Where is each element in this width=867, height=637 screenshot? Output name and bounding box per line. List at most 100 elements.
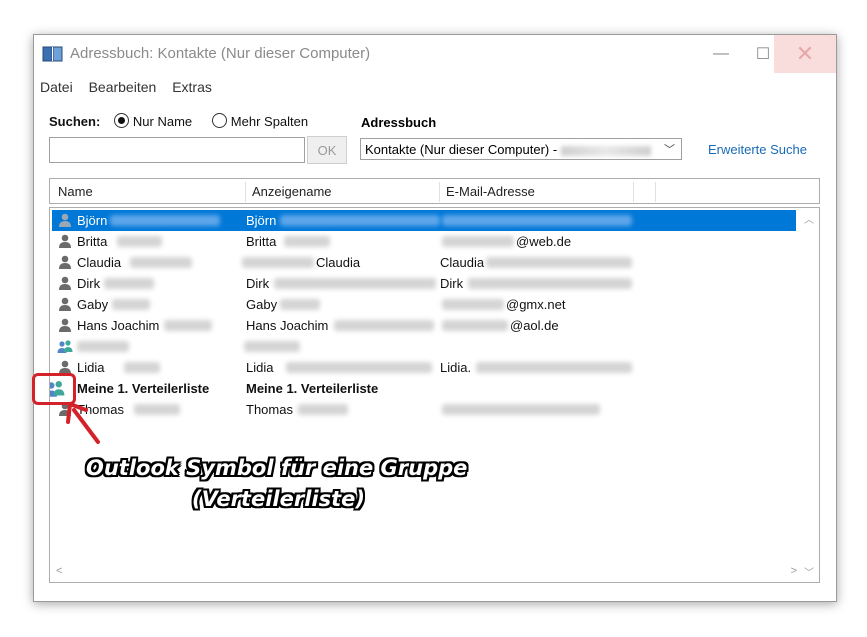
search-options: Suchen: Nur Name Mehr Spalten [49,113,308,129]
table-row[interactable]: Lidia Lidia Lidia. [52,357,796,378]
blurred-text [280,299,320,310]
blurred-text [442,404,600,415]
radio-more-columns-label[interactable]: Mehr Spalten [231,114,308,129]
contact-list[interactable]: Björn Björn Britta Britta @web.de Claudi… [49,207,820,583]
search-input[interactable] [49,137,305,163]
blurred-text [117,236,162,247]
column-divider[interactable] [655,182,656,202]
window-title: Adressbuch: Kontakte (Nur dieser Compute… [70,45,371,62]
cell-display-name: Gaby [246,297,278,312]
blurred-text [130,257,192,268]
column-divider[interactable] [633,182,634,202]
blurred-text [442,215,632,226]
person-icon [59,276,71,290]
table-row[interactable]: Claudia Claudia Claudia [52,252,796,273]
cell-display-name: Dirk [246,276,270,291]
cell-email: Dirk [440,276,464,291]
blurred-text [134,404,180,415]
radio-more-columns[interactable] [211,113,227,128]
person-icon [59,234,71,248]
menu-item-bearbeiten[interactable]: Bearbeiten [89,79,157,95]
blurred-text [286,362,432,373]
addressbook-select[interactable]: Kontakte (Nur dieser Computer) - ﹀ [360,138,682,160]
annotation-line-2: (Verteilerliste) [192,487,365,511]
scroll-down-icon[interactable]: ﹀ [804,564,814,579]
minimize-button[interactable]: — [698,35,744,73]
blurred-text [561,145,652,156]
blurred-text [274,278,436,289]
blurred-text [298,404,348,415]
arrow-icon [66,402,100,444]
cell-name: Lidia [77,360,105,375]
cell-name: Hans Joachim [77,318,160,333]
table-row[interactable]: Britta Britta @web.de [52,231,796,252]
blurred-text [77,341,129,352]
column-header-name[interactable]: Name [58,184,93,199]
table-row[interactable]: Hans Joachim Hans Joachim @aol.de [52,315,796,336]
scroll-right-icon[interactable]: > [791,565,797,577]
blurred-text [468,278,632,289]
cell-display-name: Hans Joachim [246,318,329,333]
horizontal-scrollbar[interactable]: < > [50,562,799,582]
cell-display-name: Björn [246,213,277,228]
person-icon [59,318,71,332]
cell-email: @gmx.net [506,297,566,312]
column-header-email[interactable]: E-Mail-Adresse [446,184,535,199]
close-button[interactable]: ✕ [774,35,836,73]
blurred-text [244,341,300,352]
cell-email: @aol.de [510,318,559,333]
blurred-text [280,215,440,226]
blurred-text [104,278,154,289]
radio-name-only-label[interactable]: Nur Name [133,114,192,129]
cell-display-name: Meine 1. Verteilerliste [246,381,379,396]
menu-item-datei[interactable]: Datei [40,79,73,95]
annotation-line-1: Outlook Symbol für eine Gruppe [86,456,468,480]
blurred-text [486,257,632,268]
menu-bar: Datei Bearbeiten Extras [40,79,224,95]
menu-item-extras[interactable]: Extras [172,79,212,95]
blurred-text [442,236,514,247]
cell-email: @web.de [516,234,572,249]
vertical-scrollbar[interactable]: ︿ ﹀ [799,208,819,582]
column-divider[interactable] [245,182,246,202]
advanced-search-link[interactable]: Erweiterte Suche [708,142,807,157]
table-row[interactable]: Thomas Thomas [52,399,796,420]
scroll-up-icon[interactable]: ︿ [804,211,814,226]
blurred-text [442,320,508,331]
chevron-down-icon: ﹀ [664,144,675,156]
blurred-text [112,299,150,310]
cell-email: Claudia [440,255,485,270]
cell-name: Meine 1. Verteilerliste [77,381,210,396]
cell-display-name: Thomas [246,402,293,417]
table-row[interactable]: Dirk Dirk Dirk [52,273,796,294]
blurred-text [284,236,330,247]
column-header-display-name[interactable]: Anzeigename [252,184,332,199]
table-row[interactable]: Meine 1. Verteilerliste Meine 1. Verteil… [50,378,796,399]
cell-name: Claudia [77,255,122,270]
cell-name: Dirk [77,276,101,291]
table-row[interactable]: Björn Björn [52,210,796,231]
blurred-text [242,257,314,268]
cell-email: Lidia. [440,360,472,375]
radio-name-only[interactable] [113,113,129,128]
cell-name: Gaby [77,297,109,312]
person-icon [59,255,71,269]
title-bar[interactable]: Adressbuch: Kontakte (Nur dieser Compute… [34,35,836,73]
addressbook-label: Adressbuch [361,115,437,130]
blurred-text [334,320,434,331]
search-label: Suchen: [49,114,101,129]
table-row[interactable] [52,336,796,357]
blurred-text [124,362,160,373]
scroll-left-icon[interactable]: < [56,565,62,577]
list-header: Name Anzeigename E-Mail-Adresse [49,178,820,204]
person-icon [59,297,71,311]
blurred-text [110,215,220,226]
column-divider[interactable] [439,182,440,202]
cell-name: Britta [77,234,108,249]
cell-display-name: Lidia [246,360,274,375]
blurred-text [442,299,504,310]
addressbook-select-value: Kontakte (Nur dieser Computer) - [365,142,558,157]
address-book-window: Adressbuch: Kontakte (Nur dieser Compute… [33,34,837,602]
table-row[interactable]: Gaby Gaby @gmx.net [52,294,796,315]
ok-button[interactable]: OK [307,136,347,164]
